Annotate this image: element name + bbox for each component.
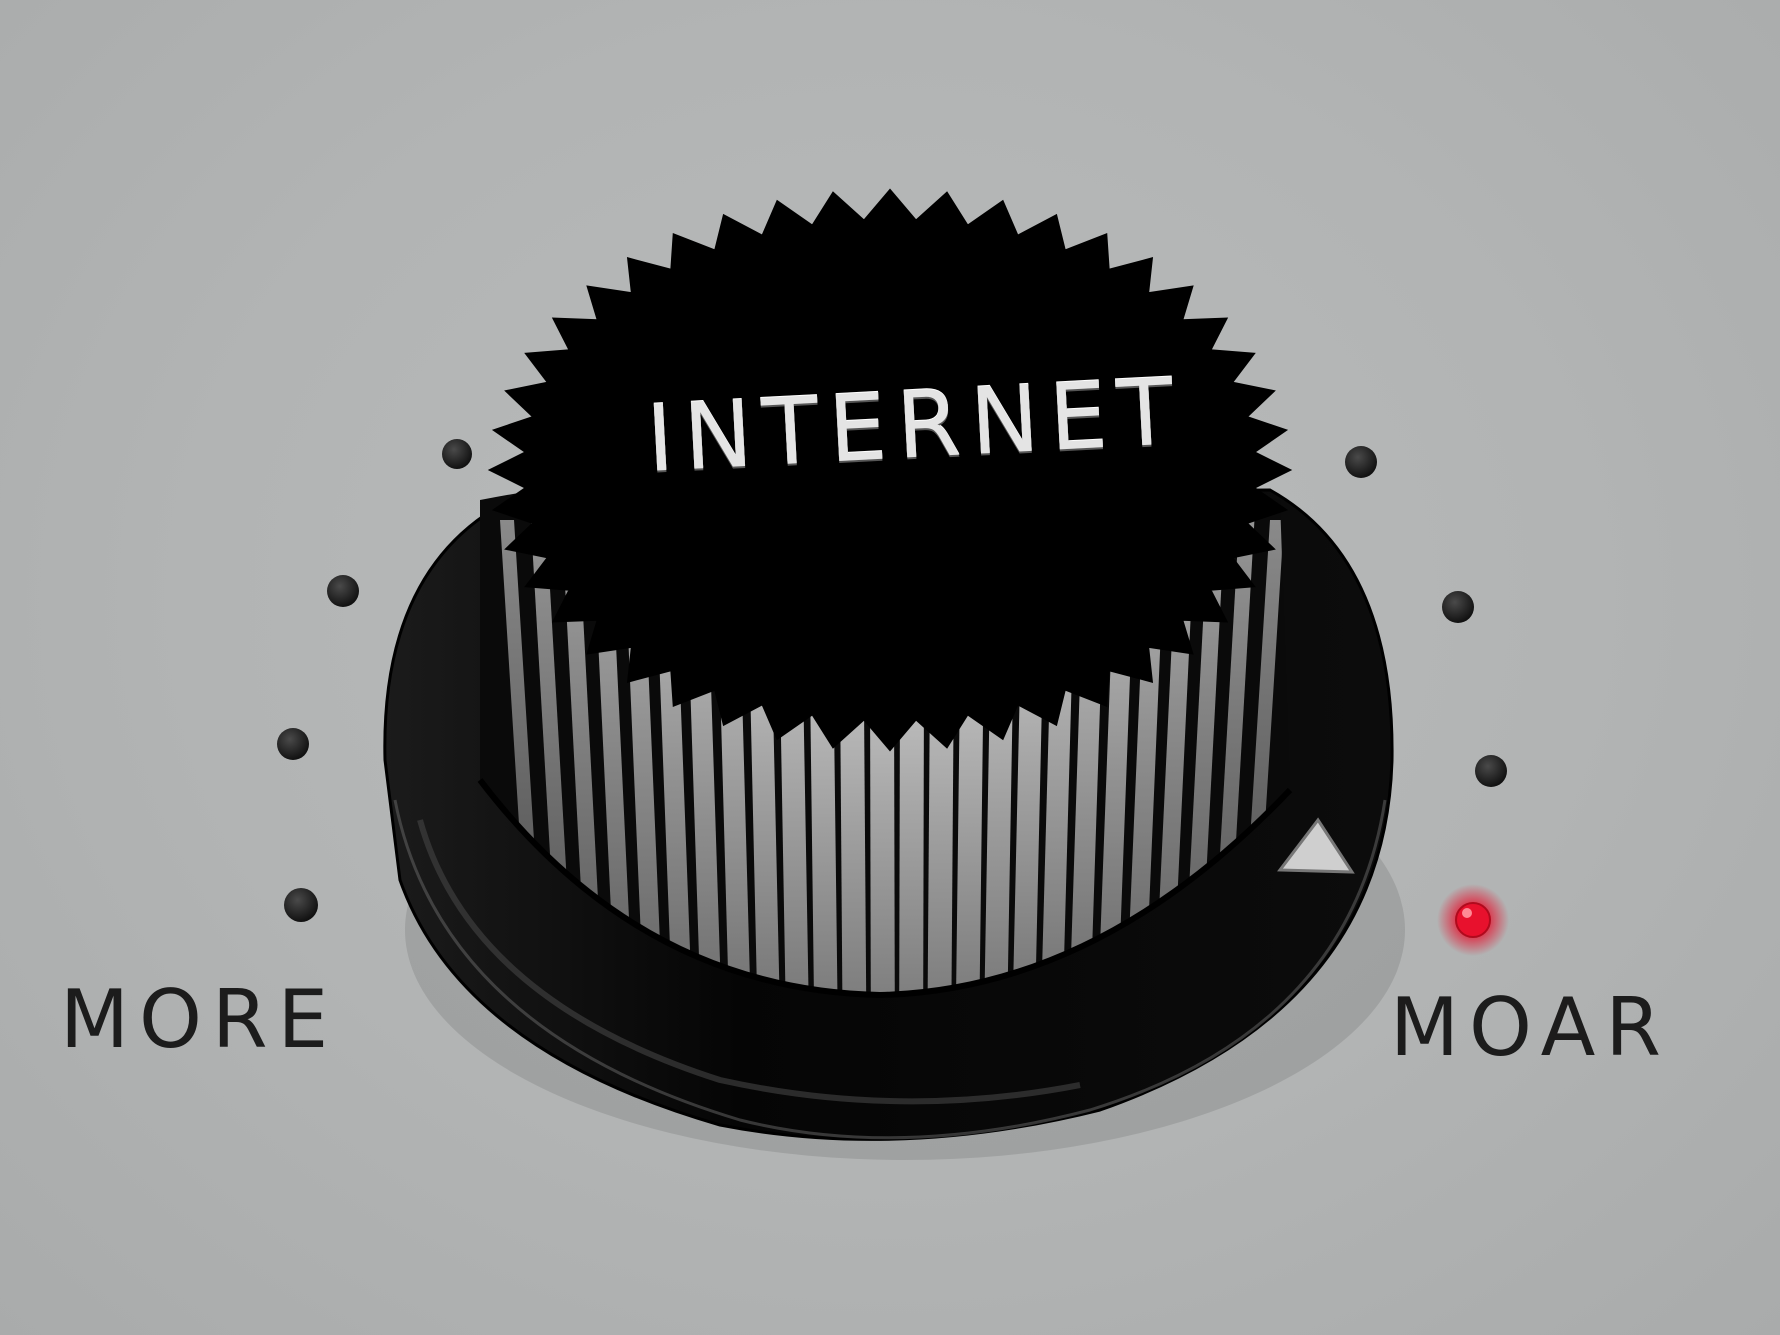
scale-dot-left-3 [277, 728, 309, 760]
indicator-led [1455, 902, 1491, 938]
scale-dot-right-3 [1475, 755, 1507, 787]
scale-dot-right-1 [1345, 446, 1377, 478]
indicator-led-highlight [1462, 908, 1472, 918]
amplifier-panel: INTERNET MORE MOAR [0, 0, 1780, 1335]
scale-dot-left-1 [442, 439, 472, 469]
scale-min-label: MORE [60, 973, 339, 1066]
scale-dot-left-4 [284, 888, 318, 922]
knob-illustration [277, 188, 1509, 1160]
scale-max-label: MOAR [1390, 981, 1671, 1074]
scale-dot-left-2 [327, 575, 359, 607]
scale-dot-right-2 [1442, 591, 1474, 623]
